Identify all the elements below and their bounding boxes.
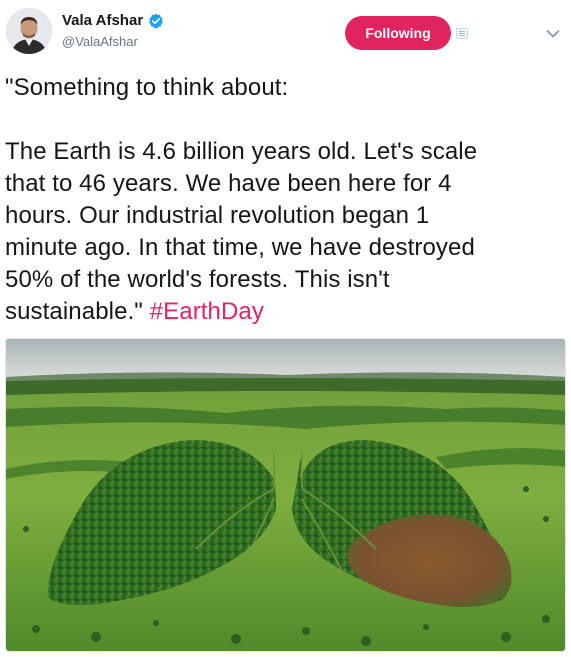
tweet-line: 50% of the world's forests. This isn't	[5, 266, 390, 293]
tweet-line: minute ago. In that time, we have destro…	[5, 234, 475, 261]
following-button[interactable]: Following	[345, 16, 451, 50]
tweet-line	[5, 104, 567, 136]
avatar[interactable]	[6, 8, 52, 54]
tweet-line-text: sustainable."	[5, 298, 150, 325]
forest-lungs-image	[6, 339, 565, 651]
user-info[interactable]: Vala Afshar @ValaAfshar	[62, 12, 164, 49]
tweet-line: "Something to think about:	[5, 74, 289, 101]
display-name[interactable]: Vala Afshar	[62, 12, 143, 29]
user-handle[interactable]: @ValaAfshar	[62, 34, 164, 49]
tweet-line: hours. Our industrial revolution began 1	[5, 202, 430, 229]
notifications-icon[interactable]	[456, 28, 468, 39]
name-row: Vala Afshar	[62, 12, 164, 29]
tweet-text: "Something to think about: The Earth is …	[5, 72, 567, 328]
hashtag-link[interactable]: #EarthDay	[150, 298, 264, 325]
chevron-down-icon[interactable]	[546, 26, 560, 38]
tweet-header: Vala Afshar @ValaAfshar Following	[0, 0, 571, 66]
tweet-line-last: sustainable." #EarthDay	[5, 296, 567, 328]
tweet-image[interactable]	[5, 338, 566, 652]
tweet-line: that to 46 years. We have been here for …	[5, 170, 452, 197]
tweet-card: Vala Afshar @ValaAfshar Following "Somet…	[0, 0, 571, 657]
verified-badge-icon	[148, 13, 164, 29]
tweet-line: The Earth is 4.6 billion years old. Let'…	[5, 138, 478, 165]
